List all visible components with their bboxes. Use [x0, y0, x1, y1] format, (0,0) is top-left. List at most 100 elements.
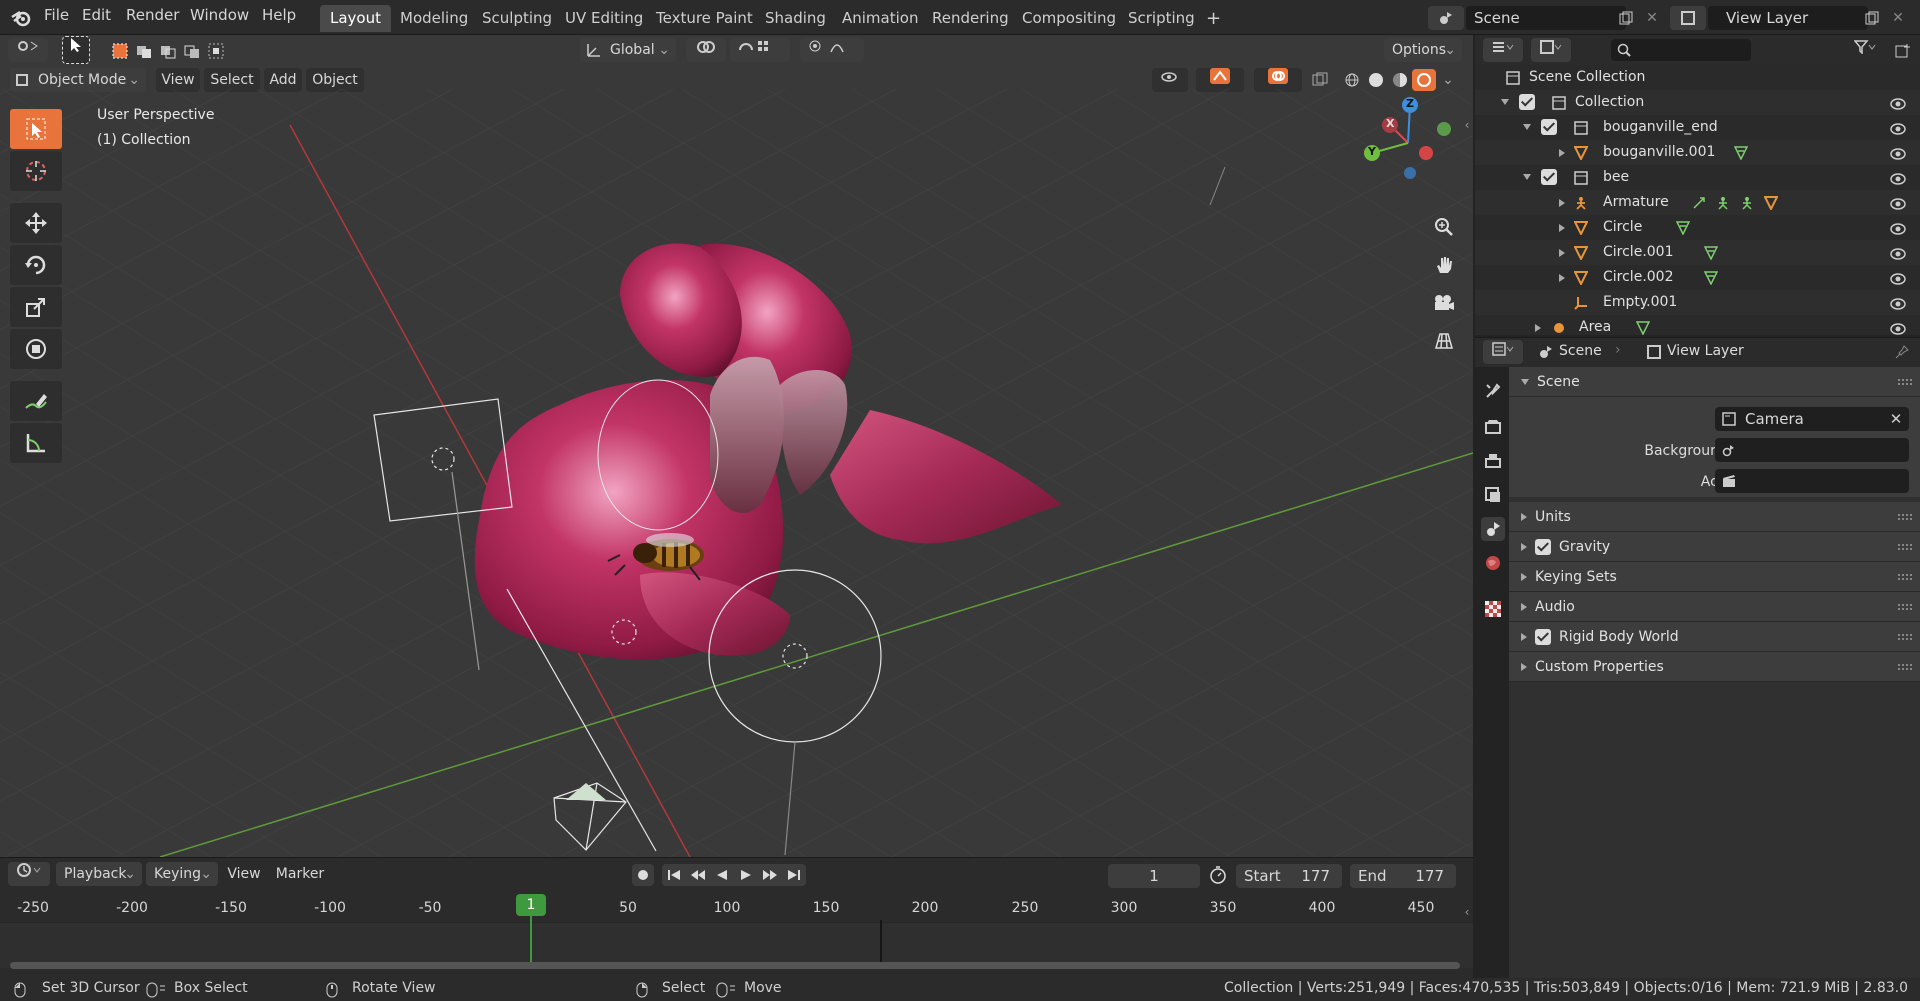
visibility-eye-icon[interactable] [1890, 270, 1906, 285]
copy-layer-icon[interactable] [1862, 8, 1882, 28]
timeline-scrollbar[interactable] [10, 962, 1460, 969]
world-tab-icon[interactable] [1481, 551, 1505, 575]
annotate-tool[interactable] [10, 381, 62, 421]
timeline-marker-menu[interactable]: Marker [272, 862, 328, 886]
select-mode-extend-icon[interactable] [134, 41, 154, 61]
xray-icon[interactable] [1310, 71, 1330, 89]
display-mode-button[interactable] [1531, 38, 1571, 62]
rendered-shading-icon[interactable] [1412, 69, 1436, 91]
scale-tool[interactable] [10, 287, 62, 327]
tab-layout[interactable]: Layout [320, 5, 391, 32]
texture-tab-icon[interactable] [1481, 597, 1505, 621]
stopwatch-icon[interactable] [1206, 864, 1230, 886]
expand-arrow[interactable] [1559, 199, 1565, 207]
visibility-eye-icon[interactable] [1890, 320, 1906, 335]
visibility-eye-icon[interactable] [1890, 220, 1906, 235]
gravity-panel-header[interactable]: Gravity [1509, 532, 1920, 562]
select-mode-subtract-icon[interactable] [158, 41, 178, 61]
background-scene-field[interactable] [1715, 438, 1909, 462]
drag-handle[interactable] [1898, 604, 1912, 610]
close-icon[interactable]: ✕ [1642, 8, 1662, 28]
outliner-row-area[interactable]: Area [1475, 315, 1920, 335]
scene-icon[interactable] [1428, 6, 1464, 30]
play-icon[interactable] [734, 864, 758, 886]
outliner-row-bee[interactable]: bee [1475, 165, 1920, 190]
options-dropdown[interactable]: Options ⌄ [1384, 38, 1462, 62]
scene-field[interactable]: Scene [1466, 6, 1626, 30]
material-shading-icon[interactable] [1390, 71, 1410, 89]
keying-dropdown[interactable]: Keying ⌄ [146, 862, 218, 886]
outliner-row-bouganville-end[interactable]: bouganville_end [1475, 115, 1920, 140]
jump-end-icon[interactable] [782, 864, 806, 886]
outliner-row-armature[interactable]: Armature [1475, 190, 1920, 215]
pivot-point-button[interactable] [686, 38, 726, 62]
record-icon[interactable] [632, 864, 654, 886]
outliner-row-circle-002[interactable]: Circle.002 [1475, 265, 1920, 290]
tab-sculpting[interactable]: Sculpting [472, 5, 562, 32]
outliner-row-circle-001[interactable]: Circle.001 [1475, 240, 1920, 265]
scene-panel-header[interactable]: Scene [1509, 367, 1920, 397]
render-tab-icon[interactable] [1481, 415, 1505, 439]
mesh-data-icon[interactable] [1733, 145, 1749, 161]
mesh-data-icon[interactable] [1675, 220, 1691, 236]
custom-properties-panel-header[interactable]: Custom Properties [1509, 652, 1920, 682]
tab-texture-paint[interactable]: Texture Paint [646, 5, 763, 32]
editor-type-button[interactable] [8, 38, 48, 62]
next-keyframe-icon[interactable] [758, 864, 782, 886]
units-panel-header[interactable]: Units [1509, 502, 1920, 532]
drag-handle[interactable] [1898, 574, 1912, 580]
rigid-body-world-panel-header[interactable]: Rigid Body World [1509, 622, 1920, 652]
scene-tab-icon[interactable] [1481, 517, 1505, 541]
cursor-tool[interactable] [10, 151, 62, 191]
collection-checkbox[interactable] [1541, 169, 1557, 185]
blender-logo-icon[interactable] [10, 7, 32, 29]
menu-help[interactable]: Help [262, 6, 296, 24]
menu-edit[interactable]: Edit [82, 6, 111, 24]
select-mode-intersect-icon[interactable] [206, 41, 226, 61]
jump-start-icon[interactable] [662, 864, 686, 886]
drag-handle[interactable] [1898, 514, 1912, 520]
expand-arrow[interactable] [1535, 324, 1541, 332]
current-frame-field[interactable]: 1 [1108, 864, 1200, 888]
expand-arrow[interactable] [1501, 99, 1509, 105]
mesh-data-icon[interactable] [1703, 270, 1719, 286]
navigation-gizmo[interactable]: Z X Y [1360, 93, 1460, 193]
expand-arrow[interactable] [1559, 274, 1565, 282]
visibility-eye-icon[interactable] [1890, 120, 1906, 135]
zoom-icon[interactable] [1430, 213, 1458, 241]
tab-scripting[interactable]: Scripting [1118, 5, 1205, 32]
menu-file[interactable]: File [44, 6, 69, 24]
expand-arrow[interactable] [1559, 149, 1565, 157]
pin-icon[interactable] [1893, 343, 1911, 361]
play-reverse-icon[interactable] [710, 864, 734, 886]
ortho-grid-icon[interactable] [1430, 327, 1458, 355]
outliner-row-empty-001[interactable]: Empty.001 [1475, 290, 1920, 315]
light-data-icon[interactable] [1635, 320, 1651, 335]
visibility-eye-icon[interactable] [1890, 95, 1906, 110]
shading-dropdown-icon[interactable]: ⌄ [1440, 71, 1456, 89]
view-layer-field[interactable]: View Layer [1708, 6, 1868, 30]
pan-hand-icon[interactable] [1430, 251, 1458, 279]
collection-checkbox[interactable] [1519, 94, 1535, 110]
filter-button[interactable] [1845, 38, 1885, 62]
view-layer-icon[interactable] [1670, 6, 1706, 30]
drag-handle[interactable] [1898, 379, 1912, 385]
properties-editor-button[interactable] [1483, 340, 1523, 364]
select-tool-button[interactable] [62, 36, 90, 64]
playhead-marker[interactable]: 1 [516, 894, 546, 916]
select-box-tool[interactable] [10, 109, 62, 149]
mesh-object-icon[interactable] [1763, 195, 1779, 211]
visibility-eye-icon[interactable] [1890, 170, 1906, 185]
tab-uv-editing[interactable]: UV Editing [555, 5, 653, 32]
rigid-body-checkbox[interactable] [1535, 629, 1551, 645]
prev-keyframe-icon[interactable] [686, 864, 710, 886]
tab-compositing[interactable]: Compositing [1012, 5, 1126, 32]
new-collection-icon[interactable] [1893, 41, 1913, 61]
expand-arrow[interactable] [1523, 174, 1531, 180]
expand-arrow[interactable] [1523, 124, 1531, 130]
3d-viewport[interactable]: Global ⌄ Options ⌄ Object Mode ⌄ View Selec… [0, 35, 1473, 857]
rotate-tool[interactable] [10, 245, 62, 285]
collection-checkbox[interactable] [1541, 119, 1557, 135]
menu-window[interactable]: Window [190, 6, 249, 24]
timeline-editor-button[interactable] [8, 862, 50, 886]
